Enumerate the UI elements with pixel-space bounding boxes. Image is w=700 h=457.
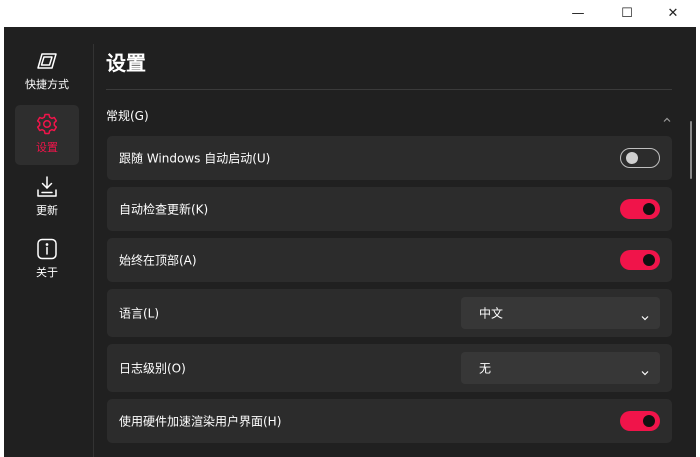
- setting-label: 语言(L): [119, 306, 160, 321]
- setting-always-on-top: 始终在顶部(A): [107, 238, 672, 282]
- section-header-general[interactable]: 常规(G): [106, 107, 672, 125]
- select-value: 中文: [479, 306, 504, 321]
- toggle-knob: [626, 152, 638, 164]
- sidebar-item-shortcuts[interactable]: 快捷方式: [15, 42, 79, 102]
- toggle-knob: [643, 254, 655, 266]
- download-icon: [34, 174, 60, 200]
- setting-label: 日志级别(O): [119, 361, 186, 376]
- chevron-down-icon: [640, 308, 650, 321]
- sidebar-item-label: 快捷方式: [25, 78, 69, 91]
- setting-hardware-acceleration: 使用硬件加速渲染用户界面(H): [107, 399, 672, 443]
- title-divider: [106, 89, 672, 90]
- sidebar-item-updates[interactable]: 更新: [15, 168, 79, 228]
- chevron-up-icon[interactable]: [662, 110, 672, 122]
- maximize-button[interactable]: ☐: [604, 0, 650, 27]
- setting-label: 跟随 Windows 自动启动(U): [119, 151, 271, 166]
- select-value: 无: [479, 361, 492, 376]
- sidebar-nav: 快捷方式 设置 更新 关于: [4, 27, 92, 457]
- page-title: 设置: [106, 51, 146, 75]
- sidebar-item-settings[interactable]: 设置: [15, 105, 79, 165]
- auto-update-toggle[interactable]: [620, 199, 660, 219]
- setting-label: 始终在顶部(A): [119, 253, 197, 268]
- scrollbar-thumb[interactable]: [690, 121, 692, 179]
- sidebar-item-label: 更新: [36, 204, 58, 217]
- sidebar-item-label: 关于: [36, 266, 58, 279]
- info-icon: [34, 236, 60, 262]
- title-bar: — ☐ ✕: [0, 0, 700, 27]
- sidebar-divider: [93, 44, 94, 457]
- autostart-toggle[interactable]: [620, 148, 660, 168]
- sidebar-item-about[interactable]: 关于: [15, 230, 79, 290]
- gear-icon: [34, 111, 60, 137]
- setting-label: 自动检查更新(K): [119, 202, 209, 217]
- toggle-knob: [643, 415, 655, 427]
- setting-autostart: 跟随 Windows 自动启动(U): [107, 136, 672, 180]
- setting-log-level: 日志级别(O) 无: [107, 344, 672, 392]
- section-label: 常规(G): [106, 109, 149, 123]
- sidebar-item-label: 设置: [36, 141, 58, 154]
- setting-language: 语言(L) 中文: [107, 289, 672, 337]
- setting-label: 使用硬件加速渲染用户界面(H): [119, 414, 282, 429]
- hardware-acceleration-toggle[interactable]: [620, 411, 660, 431]
- toggle-knob: [643, 203, 655, 215]
- close-button[interactable]: ✕: [650, 0, 696, 27]
- log-level-select[interactable]: 无: [461, 352, 660, 384]
- always-on-top-toggle[interactable]: [620, 250, 660, 270]
- shortcut-icon: [34, 48, 60, 74]
- minimize-button[interactable]: —: [555, 0, 601, 27]
- language-select[interactable]: 中文: [461, 297, 660, 329]
- app-window: 快捷方式 设置 更新 关于 设置 常规(G) 跟随 Windows 自动启动(U…: [4, 27, 696, 457]
- chevron-down-icon: [640, 363, 650, 376]
- setting-auto-update: 自动检查更新(K): [107, 187, 672, 231]
